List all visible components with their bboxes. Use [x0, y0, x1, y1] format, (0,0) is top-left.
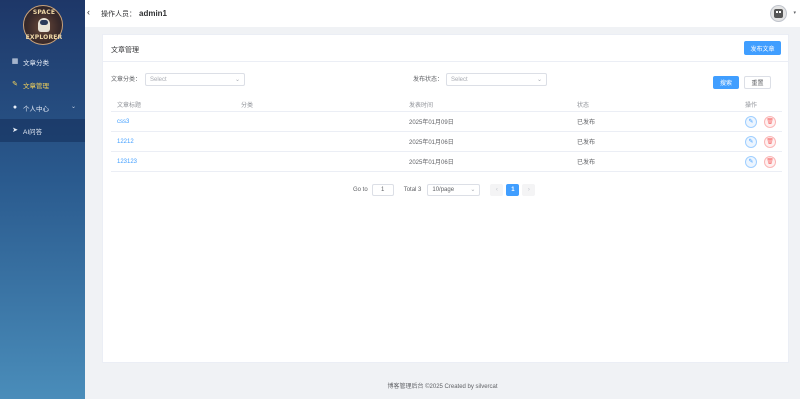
caret-down-icon[interactable]: ▾: [793, 10, 796, 16]
category-select-placeholder: Select: [150, 77, 167, 83]
visor-icon: [40, 20, 48, 25]
article-status: 已发布: [577, 160, 596, 166]
article-time: 2025年01月06日: [409, 140, 454, 146]
table-row: 12212 2025年01月06日 已发布 ✎ 🗑: [111, 132, 782, 152]
status-filter-label: 发布状态：: [413, 77, 444, 83]
logo: SPACE EXPLORER: [23, 5, 63, 45]
status-select-placeholder: Select: [451, 77, 468, 83]
category-select[interactable]: Select ⌄: [145, 73, 245, 86]
sidebar-item-article-manage[interactable]: ✎ 文章管理: [0, 73, 85, 96]
user-icon: ●: [12, 104, 18, 111]
article-title-link[interactable]: css3: [117, 112, 129, 131]
column-header-actions: 操作: [745, 103, 758, 109]
delete-icon[interactable]: 🗑: [764, 155, 776, 168]
sidebar-item-label: 文章分类: [23, 59, 49, 67]
edit-icon[interactable]: ✎: [745, 155, 757, 168]
chevron-down-icon: ⌄: [536, 77, 542, 83]
send-icon: ➤: [12, 127, 18, 134]
sidebar-item-personal-center[interactable]: ● 个人中心 ⌄: [0, 96, 85, 119]
top-header: ‹ 操作人员： admin1 ▾: [85, 0, 800, 27]
edit-icon[interactable]: ✎: [745, 135, 757, 148]
page-size-value: 10/page: [432, 186, 455, 193]
row-actions: ✎ 🗑: [745, 132, 783, 151]
article-table: 文章标题 分类 发表时间 状态 操作 css3 2025年01月09日 已发布 …: [111, 98, 782, 172]
column-header-title: 文章标题: [117, 103, 142, 109]
sidebar-item-label: AI问答: [23, 128, 43, 136]
operator-info: 操作人员： admin1: [101, 9, 167, 19]
avatar-eye-right: [779, 11, 781, 13]
logo-text-bottom: EXPLORER: [25, 34, 63, 41]
table-header: 文章标题 分类 发表时间 状态 操作: [111, 98, 782, 112]
grid-icon: ▦: [11, 58, 19, 65]
sidebar-item-article-category[interactable]: ▦ 文章分类: [0, 50, 85, 73]
goto-page-input[interactable]: 1: [371, 183, 394, 196]
delete-icon[interactable]: 🗑: [764, 115, 776, 128]
collapse-sidebar-icon[interactable]: ‹: [87, 7, 90, 17]
status-select[interactable]: Select ⌄: [446, 73, 547, 86]
column-header-category: 分类: [241, 103, 254, 109]
card-header: 文章管理 发布文章: [103, 35, 788, 62]
chevron-down-icon: ⌄: [70, 104, 76, 110]
chevron-down-icon: ⌄: [470, 186, 476, 193]
chevron-down-icon: ⌄: [234, 77, 240, 83]
operator-label: 操作人员：: [101, 11, 136, 18]
edit-icon: ✎: [12, 81, 18, 88]
next-page-button[interactable]: ›: [522, 183, 536, 196]
edit-icon[interactable]: ✎: [745, 115, 757, 128]
delete-icon[interactable]: 🗑: [764, 135, 776, 148]
search-button[interactable]: 搜索: [713, 76, 739, 89]
row-actions: ✎ 🗑: [745, 112, 783, 131]
row-actions: ✎ 🗑: [745, 152, 783, 171]
sidebar-item-ai-qa[interactable]: ➤ AI问答: [0, 119, 85, 142]
sidebar: SPACE EXPLORER ▦ 文章分类 ✎ 文章管理 ● 个人中心 ⌄ ➤ …: [0, 0, 85, 399]
avatar-eye-left: [776, 11, 778, 13]
publish-article-button[interactable]: 发布文章: [744, 41, 781, 55]
article-time: 2025年01月09日: [409, 120, 454, 126]
category-filter-label: 文章分类：: [111, 77, 142, 83]
article-manage-card: 文章管理 发布文章 文章分类： Select ⌄ 发布状态： Select ⌄ …: [102, 34, 789, 363]
avatar[interactable]: [770, 5, 787, 22]
reset-button[interactable]: 重置: [744, 76, 771, 89]
sidebar-item-label: 个人中心: [23, 105, 49, 113]
page-number-button[interactable]: 1: [506, 183, 520, 196]
article-title-link[interactable]: 123123: [117, 152, 137, 171]
footer: 博客管理后台 ©2025 Created by silvercat: [387, 384, 498, 390]
logo-text-top: SPACE: [32, 9, 56, 16]
goto-label: Go to: [353, 186, 368, 193]
article-title-link[interactable]: 12212: [117, 132, 134, 151]
article-status: 已发布: [577, 120, 596, 126]
table-row: css3 2025年01月09日 已发布 ✎ 🗑: [111, 112, 782, 132]
page-size-select[interactable]: 10/page ⌄: [427, 183, 481, 196]
column-header-time: 发表时间: [409, 103, 434, 109]
sidebar-item-label: 文章管理: [23, 82, 49, 90]
article-status: 已发布: [577, 140, 596, 146]
operator-name: admin1: [139, 9, 168, 18]
prev-page-button[interactable]: ‹: [490, 183, 504, 196]
pagination: Go to 1 Total 3 10/page ⌄ ‹ 1 ›: [353, 183, 536, 196]
page-title: 文章管理: [111, 47, 139, 54]
table-row: 123123 2025年01月06日 已发布 ✎ 🗑: [111, 152, 782, 172]
total-count: Total 3: [403, 186, 422, 193]
sidebar-menu: ▦ 文章分类 ✎ 文章管理 ● 个人中心 ⌄ ➤ AI问答: [0, 50, 85, 142]
article-time: 2025年01月06日: [409, 160, 454, 166]
column-header-status: 状态: [577, 103, 590, 109]
